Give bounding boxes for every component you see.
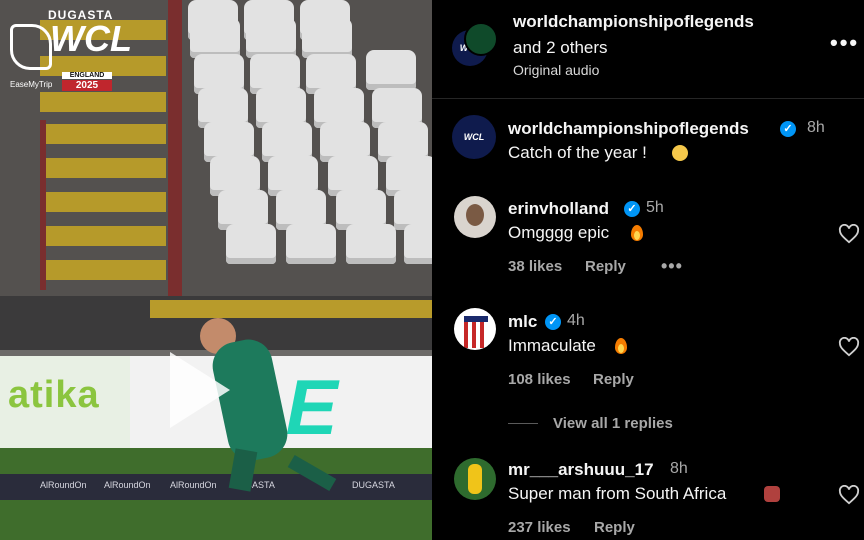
view-replies-button[interactable]: View all 1 replies [553,415,673,432]
video-player[interactable]: atika LE AlRoundOn AlRoundOn AlRoundOn D… [0,0,432,540]
commenter-avatar[interactable] [454,458,496,500]
caption-text: Catch of the year ! [508,143,647,162]
stair-railing [168,0,182,296]
comment-text: Omgggg epic [508,223,610,242]
stadium-seat [404,224,432,264]
caption-time: 8h [807,119,825,136]
comment-username[interactable]: mlc [508,312,537,332]
collab-label[interactable]: and 2 others [513,38,608,58]
superhero-emoji-icon [764,486,780,502]
heart-icon[interactable] [838,337,860,357]
stair-railing [40,120,46,290]
stadium-seat [366,50,416,90]
comment-likes[interactable]: 108 likes [508,371,571,388]
wcl-logo: DUGASTA WCL EaseMyTrip ENGLAND 2025 [10,4,132,96]
more-horizontal-icon[interactable]: ••• [830,30,859,56]
stair-step [40,124,166,144]
post-author[interactable]: worldchampionshipoflegends [513,12,754,32]
logo-wcl: WCL [50,18,132,59]
sponsor-label: AlRoundOn [170,480,217,490]
replies-divider [508,423,538,424]
comment-time: 8h [670,460,688,477]
sponsor-label: AlRoundOn [104,480,151,490]
stair-step [40,158,166,178]
fire-emoji-icon [631,225,643,241]
comment-username[interactable]: mr___arshuuu_17 [508,460,654,480]
logo-country: ENGLAND [62,72,112,79]
caption-username[interactable]: worldchampionshipoflegends [508,119,749,139]
comment-more-icon[interactable]: ••• [661,256,683,277]
sponsor-label: DUGASTA [352,480,395,490]
stadium-seat [246,18,296,58]
comment-username[interactable]: erinvholland [508,199,609,219]
stair-step [40,260,166,280]
comment-time: 5h [646,199,664,216]
collab-avatar[interactable] [464,22,498,56]
stair-step [40,192,166,212]
fire-emoji-icon [615,338,627,354]
stadium-seat [302,18,352,58]
reply-button[interactable]: Reply [594,519,635,536]
reply-button[interactable]: Reply [593,371,634,388]
cowboy-emoji-icon [672,145,688,161]
logo-year: 2025 [62,80,112,91]
comment-text: Super man from South Africa [508,484,727,503]
logo-sponsor: EaseMyTrip [10,80,53,89]
sponsor-strip: AlRoundOn AlRoundOn AlRoundOn DUGASTA DU… [0,474,432,500]
mlc-logo-icon [464,316,488,348]
stadium-seat [226,224,276,264]
wcl-emblem-icon [10,24,52,70]
header-divider [432,98,864,99]
comments-panel: WCL worldchampionshipoflegends and 2 oth… [432,0,864,540]
caption-avatar[interactable]: WCL [452,115,496,159]
verified-badge-icon: ✓ [624,201,640,217]
avatar-photo [468,464,482,494]
stadium-seat [286,224,336,264]
commenter-avatar[interactable] [454,308,496,350]
avatar-photo [466,204,484,226]
verified-badge-icon: ✓ [545,314,561,330]
play-icon[interactable] [170,352,230,428]
audio-label[interactable]: Original audio [513,62,599,78]
commenter-avatar[interactable] [454,196,496,238]
reply-button[interactable]: Reply [585,258,626,275]
stair-step [40,226,166,246]
avatar-mark: WCL [463,132,485,142]
verified-badge-icon: ✓ [780,121,796,137]
comment-likes[interactable]: 38 likes [508,258,562,275]
comment-text: Immaculate [508,336,596,355]
stadium-seat [346,224,396,264]
ad-text-left: atika [8,374,100,416]
heart-icon[interactable] [838,224,860,244]
comment-time: 4h [567,312,585,329]
stand-wall [150,300,432,318]
comment-likes[interactable]: 237 likes [508,519,571,536]
stadium-seat [190,18,240,58]
heart-icon[interactable] [838,485,860,505]
sponsor-label: AlRoundOn [40,480,87,490]
